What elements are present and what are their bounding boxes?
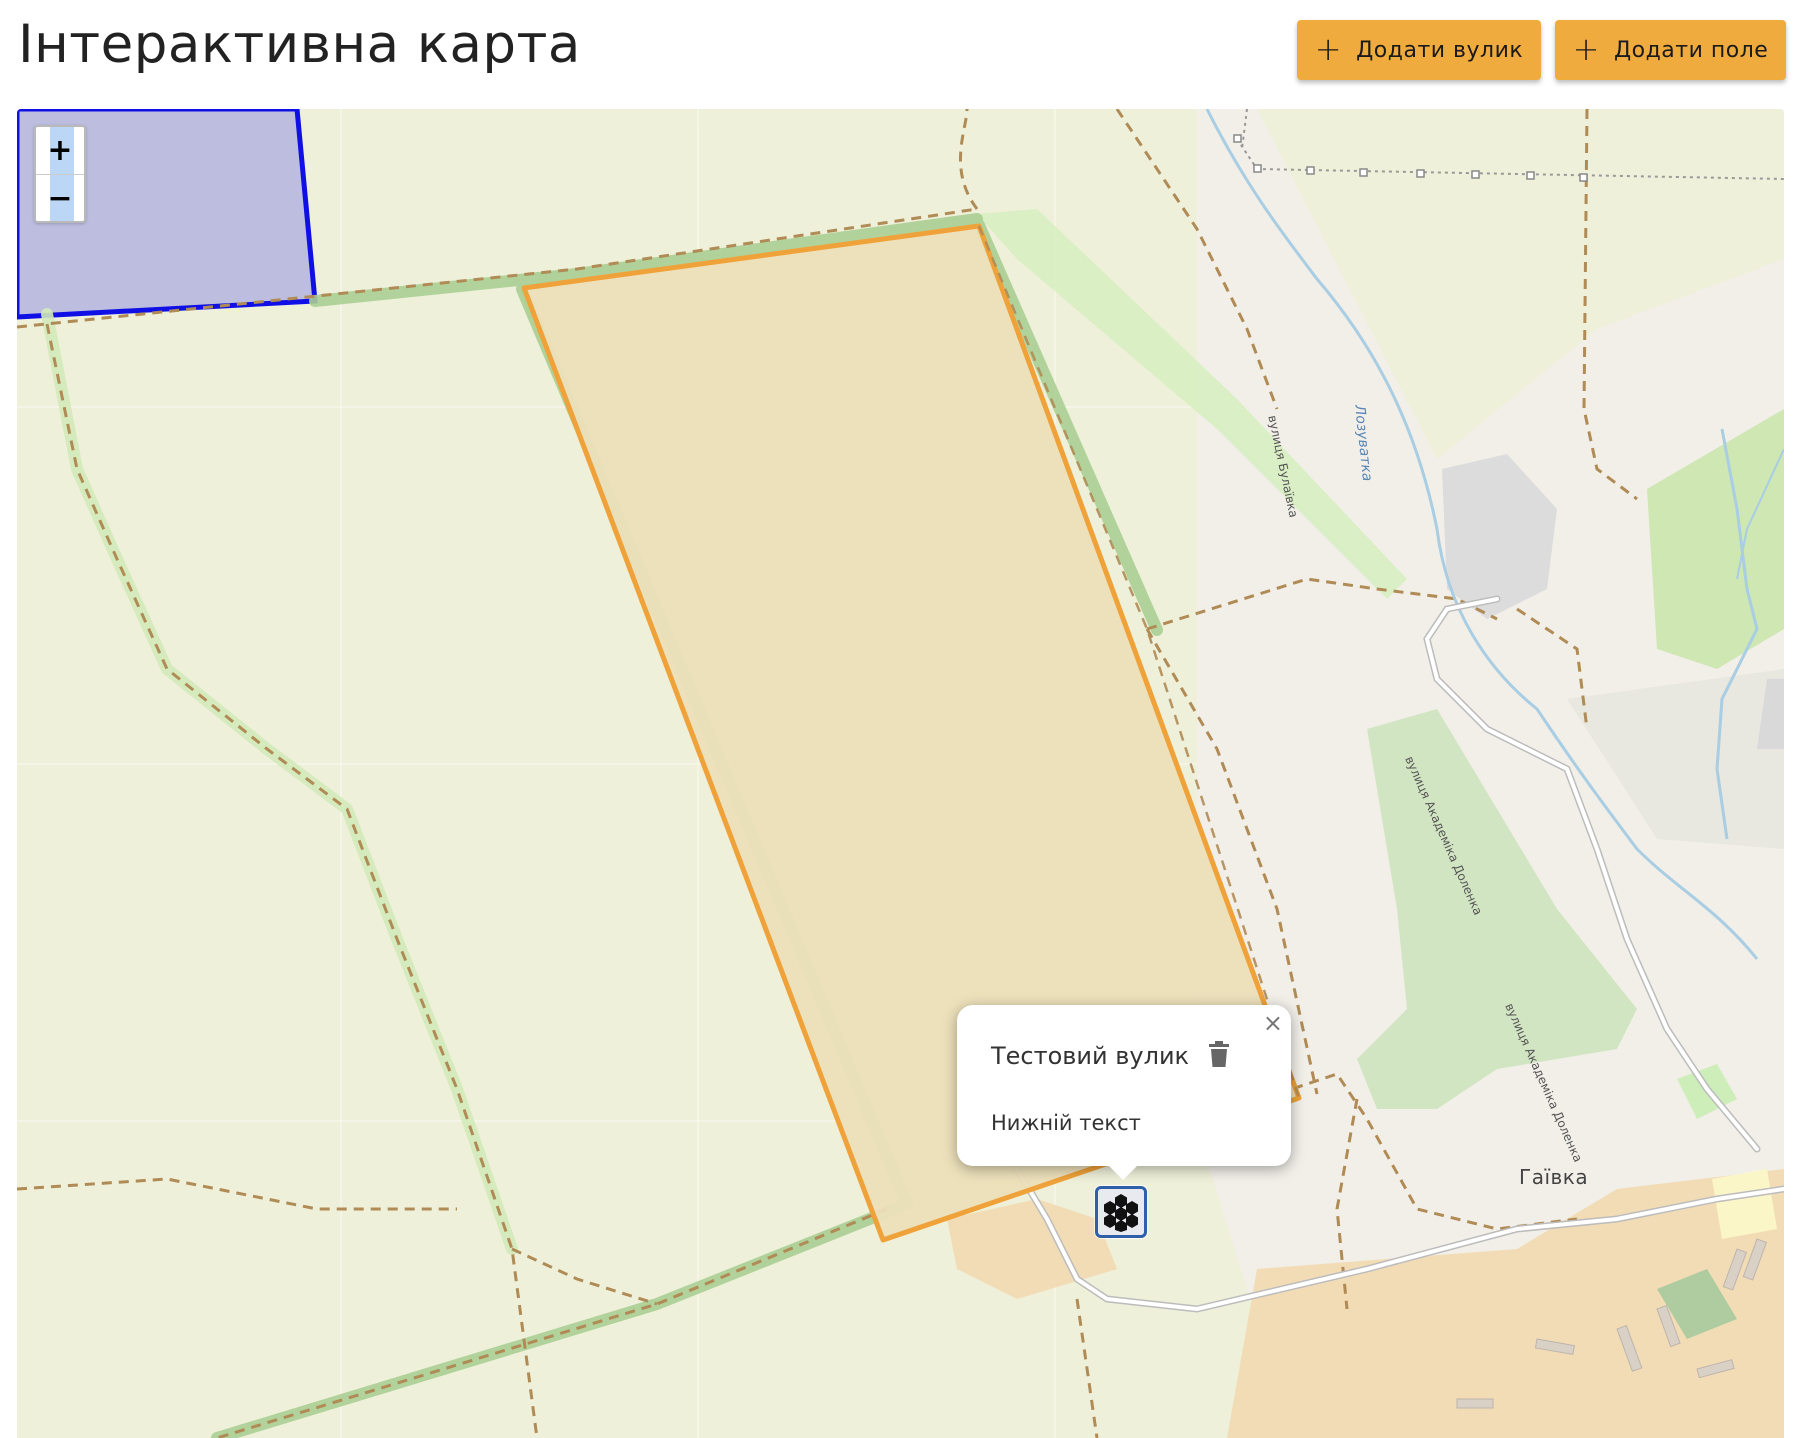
add-field-label: Додати поле (1613, 37, 1769, 63)
honeycomb-icon (1104, 1194, 1138, 1232)
plus-icon: + (1572, 29, 1600, 68)
close-icon[interactable]: × (1263, 1011, 1283, 1035)
hive-marker[interactable] (1095, 1186, 1147, 1238)
add-hive-label: Додати вулик (1356, 37, 1524, 63)
map-tiles (17, 109, 1784, 1438)
zoom-in-button[interactable]: + (36, 127, 84, 174)
place-label: Гаївка (1519, 1165, 1589, 1189)
add-field-button[interactable]: + Додати поле (1555, 20, 1786, 80)
zoom-control: + − (34, 125, 86, 223)
map-canvas[interactable]: вулиця Булаївка Лозуватка вулиця Академі… (17, 109, 1784, 1438)
trash-icon[interactable] (1209, 1041, 1229, 1067)
popup-subtitle: Нижній текст (991, 1111, 1141, 1135)
hive-popup: × Тестовий вулик Нижній текст (957, 1005, 1291, 1180)
plus-icon: + (1314, 29, 1343, 68)
popup-title: Тестовий вулик (991, 1042, 1190, 1070)
page-title: Інтерактивна карта (18, 14, 581, 75)
add-hive-button[interactable]: + Додати вулик (1297, 20, 1541, 80)
zoom-out-button[interactable]: − (36, 174, 84, 221)
